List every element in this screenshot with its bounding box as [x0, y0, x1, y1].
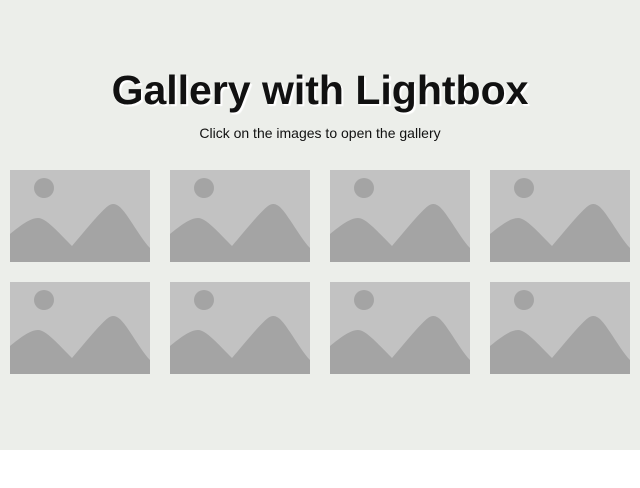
image-placeholder-icon	[330, 290, 470, 374]
image-placeholder-icon	[490, 290, 630, 374]
gallery-thumbnail[interactable]	[10, 282, 150, 374]
gallery-thumbnail[interactable]	[490, 170, 630, 262]
image-placeholder-icon	[10, 290, 150, 374]
image-placeholder-icon	[330, 178, 470, 262]
gallery-thumbnail[interactable]	[330, 170, 470, 262]
image-placeholder-icon	[10, 178, 150, 262]
image-placeholder-icon	[490, 178, 630, 262]
gallery-thumbnail[interactable]	[170, 170, 310, 262]
gallery-thumbnail[interactable]	[330, 282, 470, 374]
image-placeholder-icon	[170, 178, 310, 262]
gallery-page: Gallery with Lightbox Click on the image…	[0, 0, 640, 450]
page-title: Gallery with Lightbox	[111, 67, 529, 113]
gallery-thumbnail[interactable]	[10, 170, 150, 262]
gallery-thumbnail[interactable]	[490, 282, 630, 374]
page-subtitle: Click on the images to open the gallery	[199, 125, 441, 141]
image-placeholder-icon	[170, 290, 310, 374]
gallery-thumbnail[interactable]	[170, 282, 310, 374]
